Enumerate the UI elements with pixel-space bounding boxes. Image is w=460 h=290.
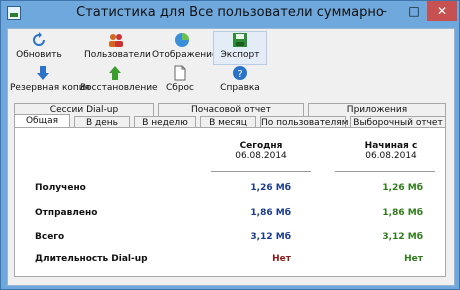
row-label-received: Получено bbox=[35, 183, 86, 193]
help-icon: ? bbox=[233, 66, 247, 80]
divider-since bbox=[335, 171, 435, 172]
value-today-sent: 1,86 Мб bbox=[250, 208, 291, 218]
row-label-total: Всего bbox=[35, 232, 65, 242]
reset-button[interactable]: Сброс bbox=[160, 65, 200, 97]
refresh-icon bbox=[33, 32, 45, 46]
save-icon bbox=[233, 33, 247, 47]
help-label: Справка bbox=[220, 83, 260, 93]
tab-hourly-report[interactable]: Почасовой отчет bbox=[158, 103, 304, 117]
maximize-button[interactable]: □ bbox=[399, 1, 429, 21]
tabs-row-1: Сессии Dial-up Почасовой отчет Приложени… bbox=[14, 103, 446, 117]
backup-button[interactable]: Резервная копия bbox=[10, 65, 91, 97]
close-button[interactable]: ✕ bbox=[427, 1, 457, 21]
col-today-date: 06.08.2014 bbox=[235, 151, 287, 161]
toolbar: Обновить Пользователи Отображение Экспор… bbox=[8, 29, 454, 101]
export-button[interactable]: Экспорт bbox=[213, 31, 267, 65]
document-icon bbox=[174, 65, 186, 81]
users-button[interactable]: Пользователи bbox=[84, 32, 151, 64]
tab-applications[interactable]: Приложения bbox=[308, 103, 446, 117]
value-since-sent: 1,86 Мб bbox=[382, 208, 423, 218]
minimize-button[interactable]: – bbox=[369, 1, 399, 21]
value-since-dialup: Нет bbox=[404, 254, 423, 264]
title-bar[interactable]: Статистика для Все пользователи суммарно… bbox=[1, 1, 459, 27]
col-today-header: Сегодня 06.08.2014 bbox=[221, 141, 301, 161]
divider-today bbox=[211, 171, 311, 172]
row-label-dialup-duration: Длительность Dial-up bbox=[35, 254, 148, 264]
display-label: Отображение bbox=[152, 50, 218, 60]
users-icon bbox=[109, 34, 123, 47]
display-icon bbox=[175, 33, 189, 47]
help-button[interactable]: ? Справка bbox=[215, 65, 265, 97]
refresh-label: Обновить bbox=[16, 50, 62, 60]
value-today-total: 3,12 Мб bbox=[250, 232, 291, 242]
col-since-header: Начиная с 06.08.2014 bbox=[351, 141, 431, 161]
users-label: Пользователи bbox=[84, 50, 151, 60]
restore-label: Восстановление bbox=[80, 83, 158, 93]
backup-label: Резервная копия bbox=[10, 83, 91, 93]
col-since-date: 06.08.2014 bbox=[365, 151, 417, 161]
export-label: Экспорт bbox=[220, 50, 260, 60]
value-today-received: 1,26 Мб bbox=[250, 183, 291, 193]
restore-button[interactable]: Восстановление bbox=[80, 65, 158, 97]
col-since-label: Начиная с bbox=[364, 141, 418, 151]
arrow-down-icon bbox=[37, 66, 49, 80]
refresh-button[interactable]: Обновить bbox=[14, 32, 64, 64]
col-today-label: Сегодня bbox=[239, 141, 283, 151]
value-since-total: 3,12 Мб bbox=[382, 232, 423, 242]
arrow-up-icon bbox=[109, 66, 121, 80]
value-since-received: 1,26 Мб bbox=[382, 183, 423, 193]
client-area: Обновить Пользователи Отображение Экспор… bbox=[7, 28, 455, 286]
app-window: Статистика для Все пользователи суммарно… bbox=[0, 0, 460, 290]
summary-panel: Сегодня 06.08.2014 Начиная с 06.08.2014 … bbox=[14, 127, 446, 277]
display-button[interactable]: Отображение bbox=[152, 32, 218, 64]
reset-label: Сброс bbox=[165, 83, 194, 93]
value-today-dialup: Нет bbox=[272, 254, 291, 264]
svg-text:?: ? bbox=[237, 69, 242, 80]
row-label-sent: Отправлено bbox=[35, 208, 98, 218]
